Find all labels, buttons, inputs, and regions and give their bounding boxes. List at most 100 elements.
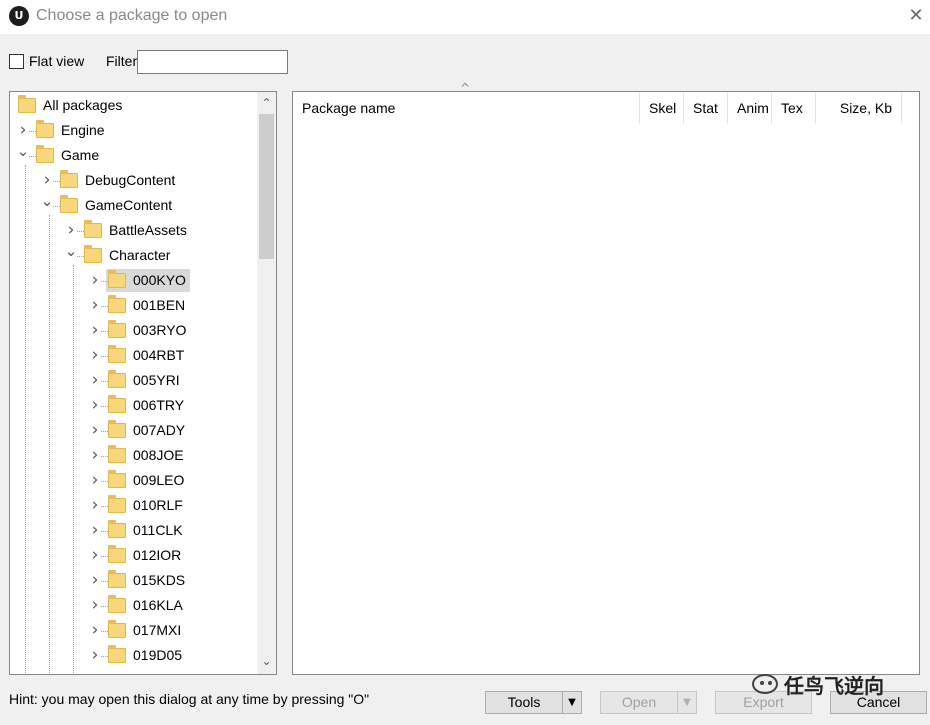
tree-connector [101, 581, 108, 582]
tree-node-label: DebugContent [85, 172, 176, 188]
tree-node[interactable]: › 010RLF [10, 493, 260, 518]
package-tree[interactable]: ⌃ ⌄ All packages › Engine ⌄ Game › DebugConten… [9, 91, 277, 675]
chevron-right-icon[interactable]: › [88, 520, 102, 540]
chevron-right-icon[interactable]: › [88, 420, 102, 440]
tree-node-label: 015KDS [133, 572, 186, 588]
sort-ascending-icon: ^ [460, 81, 471, 95]
chevron-right-icon[interactable]: › [88, 270, 102, 290]
tools-dropdown-icon[interactable]: ▼ [562, 692, 581, 713]
chevron-right-icon[interactable]: › [16, 120, 30, 140]
tree-node-label: Game [61, 147, 100, 163]
title-bar: U Choose a package to open ✕ [0, 0, 930, 34]
tree-node-label: 004RBT [133, 347, 185, 363]
tree-connector [77, 231, 84, 232]
chevron-right-icon[interactable]: › [88, 470, 102, 490]
tree-node[interactable]: › DebugContent [10, 168, 260, 193]
column-stat[interactable]: Stat [684, 92, 728, 124]
tree-node[interactable]: › 006TRY [10, 393, 260, 418]
tree-node-label: All packages [43, 97, 123, 113]
tree-connector [101, 631, 108, 632]
tree-node-label: 019D05 [133, 647, 183, 663]
tree-node[interactable]: › 008JOE [10, 443, 260, 468]
chevron-right-icon[interactable]: › [88, 345, 102, 365]
chevron-down-icon[interactable]: ⌄ [16, 141, 30, 161]
chevron-right-icon[interactable]: › [88, 545, 102, 565]
watermark: 任鸟飞逆向 [752, 668, 884, 700]
open-dropdown-icon[interactable]: ▼ [677, 692, 696, 713]
close-icon[interactable]: ✕ [906, 6, 926, 26]
flat-view-checkbox[interactable] [9, 53, 24, 69]
tree-node[interactable]: ⌄ Character [10, 241, 260, 268]
flat-view-label: Flat view [29, 53, 85, 69]
tree-node-label: 017MXI [133, 622, 182, 638]
tree-node[interactable]: › 016KLA [10, 593, 260, 618]
tree-connector [101, 281, 108, 282]
tree-node[interactable]: › 000KYO [10, 268, 260, 293]
tree-node[interactable]: › 011CLK [10, 518, 260, 543]
column-package-name[interactable]: ^ Package name [293, 82, 640, 124]
tree-node-label: 000KYO [133, 272, 186, 288]
tree-node-label: Engine [61, 122, 105, 138]
folder-icon [108, 470, 126, 488]
tree-connector [101, 456, 108, 457]
folder-icon [108, 395, 126, 413]
tree-connector [101, 481, 108, 482]
column-skel[interactable]: Skel [640, 92, 684, 124]
tree-node[interactable]: › 017MXI [10, 618, 260, 643]
tree-node[interactable]: › 009LEO [10, 468, 260, 493]
filter-label: Filter: [106, 53, 141, 69]
chevron-right-icon[interactable]: › [88, 645, 102, 665]
chevron-right-icon[interactable]: › [88, 370, 102, 390]
open-button[interactable]: Open ▼ [600, 691, 697, 714]
folder-icon [108, 570, 126, 588]
tree-node[interactable]: All packages [10, 93, 260, 118]
folder-icon [108, 420, 126, 438]
chevron-right-icon[interactable]: › [88, 445, 102, 465]
chevron-right-icon[interactable]: › [88, 395, 102, 415]
chevron-right-icon[interactable]: › [64, 220, 78, 240]
chevron-down-icon[interactable]: ⌄ [40, 191, 54, 211]
tree-connector [53, 206, 60, 207]
tree-connector [101, 531, 108, 532]
tree-node[interactable]: › 004RBT [10, 343, 260, 368]
chevron-right-icon[interactable]: › [40, 170, 54, 190]
column-label: Tex [781, 100, 803, 116]
chevron-down-icon[interactable]: ⌄ [64, 241, 78, 261]
folder-icon [108, 445, 126, 463]
column-size[interactable]: Size, Kb [816, 92, 902, 124]
column-anim[interactable]: Anim [728, 92, 772, 124]
tree-node[interactable]: ⌄ GameContent [10, 191, 260, 218]
chevron-right-icon[interactable]: › [88, 495, 102, 515]
tree-node[interactable]: › 015KDS [10, 568, 260, 593]
watermark-text: 任鸟飞逆向 [784, 675, 884, 698]
tools-button[interactable]: Tools ▼ [485, 691, 582, 714]
folder-icon [84, 245, 102, 263]
filter-input[interactable] [137, 50, 288, 74]
chevron-right-icon[interactable]: › [88, 570, 102, 590]
tree-node[interactable]: › BattleAssets [10, 218, 260, 243]
chevron-right-icon[interactable]: › [88, 320, 102, 340]
tree-connector [101, 656, 108, 657]
tree-node[interactable]: › 001BEN [10, 293, 260, 318]
flat-view-toggle[interactable]: Flat view [9, 52, 84, 70]
tree-node[interactable]: › Engine [10, 118, 260, 143]
tree-node[interactable]: ⌄ Game [10, 141, 260, 168]
scroll-thumb[interactable] [259, 114, 274, 259]
package-list[interactable]: ^ Package name Skel Stat Anim Tex Size, … [292, 82, 920, 675]
column-tex[interactable]: Tex [772, 92, 816, 124]
tree-node[interactable]: › 007ADY [10, 418, 260, 443]
folder-icon [60, 195, 78, 213]
folder-icon [36, 120, 54, 138]
chevron-right-icon[interactable]: › [88, 595, 102, 615]
folder-icon [108, 620, 126, 638]
tree-node[interactable]: › 005YRI [10, 368, 260, 393]
tree-node[interactable]: › 003RYO [10, 318, 260, 343]
tree-node-label: 012IOR [133, 547, 182, 563]
tree-node[interactable]: › 012IOR [10, 543, 260, 568]
window-title: Choose a package to open [36, 7, 228, 24]
chevron-right-icon[interactable]: › [88, 295, 102, 315]
chevron-right-icon[interactable]: › [88, 620, 102, 640]
folder-icon [108, 320, 126, 338]
folder-icon [84, 220, 102, 238]
tree-node[interactable]: › 019D05 [10, 643, 260, 668]
